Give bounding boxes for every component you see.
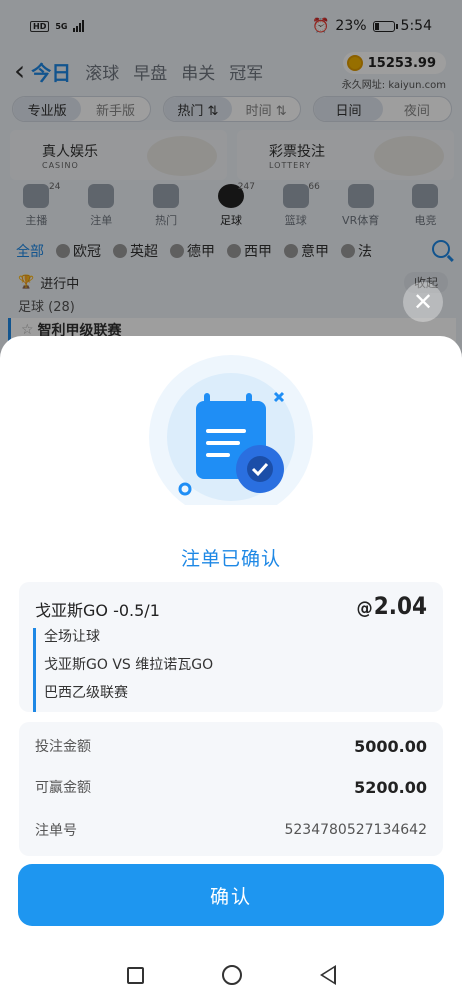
bet-id-label: 注单号 [35,823,77,839]
bet-id-value: 5234780527134642 [284,822,427,838]
back-nav-icon[interactable] [319,965,336,985]
confirmation-title: 注单已确认 [180,548,281,570]
system-nav-bar [0,950,462,1000]
bet-match: 戈亚斯GO VS 维拉诺瓦GO [44,657,214,673]
stake-row: 投注金额 5000.00 [35,736,427,756]
bet-league: 巴西乙级联赛 [44,685,128,701]
bet-id-row: 注单号 5234780527134642 [35,820,427,840]
recent-apps-icon[interactable] [126,966,144,984]
bet-details-card: 戈亚斯GO -0.5/1 @2.04 全场让球 戈亚斯GO VS 维拉诺瓦GO … [19,582,443,712]
odds-at: @ [356,598,373,619]
home-icon[interactable] [221,965,242,985]
odds-value: 2.04 [373,592,427,620]
bet-info: 全场让球 戈亚斯GO VS 维拉诺瓦GO 巴西乙级联赛 [33,628,213,712]
bet-odds: @2.04 [357,592,427,620]
bet-selection: 戈亚斯GO -0.5/1 [35,601,160,620]
confirm-button[interactable]: 确认 [18,864,444,926]
bet-confirmed-illustration [149,355,313,505]
bet-summary-card: 投注金额 5000.00 可赢金额 5200.00 注单号 5234780527… [19,722,443,856]
bet-confirmation-sheet: 注单已确认 戈亚斯GO -0.5/1 @2.04 全场让球 戈亚斯GO VS 维… [0,336,462,1000]
bet-market: 全场让球 [44,629,100,645]
payout-row: 可赢金额 5200.00 [35,777,427,797]
stake-label: 投注金额 [35,739,91,755]
stake-value: 5000.00 [354,736,427,756]
payout-label: 可赢金额 [35,780,91,796]
payout-value: 5200.00 [354,777,427,797]
close-icon[interactable]: ✕ [403,282,443,322]
